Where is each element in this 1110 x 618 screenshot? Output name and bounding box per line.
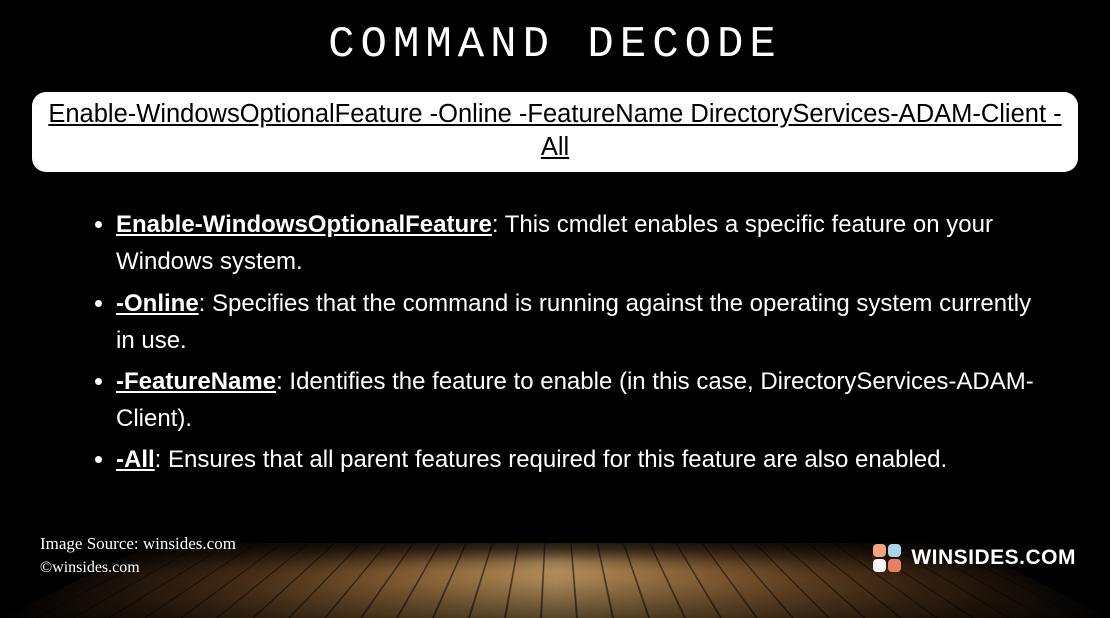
term: -FeatureName [116, 368, 276, 395]
decode-list: Enable-WindowsOptionalFeature: This cmdl… [116, 206, 1040, 478]
term: Enable-WindowsOptionalFeature [116, 211, 492, 238]
image-source: Image Source: winsides.com [40, 531, 236, 557]
slide-content: COMMAND DECODE Enable-WindowsOptionalFea… [0, 0, 1110, 618]
brand: WINSIDES.COM [873, 544, 1076, 572]
term-desc: : Ensures that all parent features requi… [155, 446, 947, 473]
list-item: -FeatureName: Identifies the feature to … [116, 363, 1040, 437]
brand-logo-icon [873, 544, 901, 572]
page-title: COMMAND DECODE [30, 20, 1080, 70]
list-item: -Online: Specifies that the command is r… [116, 285, 1040, 359]
list-item: -All: Ensures that all parent features r… [116, 441, 1040, 478]
footer: Image Source: winsides.com ©winsides.com [40, 531, 236, 581]
term: -All [116, 446, 155, 473]
term: -Online [116, 290, 199, 317]
brand-text: WINSIDES.COM [911, 546, 1076, 570]
term-desc: : Specifies that the command is running … [116, 290, 1031, 354]
copyright: ©winsides.com [40, 556, 236, 580]
list-item: Enable-WindowsOptionalFeature: This cmdl… [116, 206, 1040, 280]
command-box: Enable-WindowsOptionalFeature -Online -F… [32, 92, 1078, 172]
